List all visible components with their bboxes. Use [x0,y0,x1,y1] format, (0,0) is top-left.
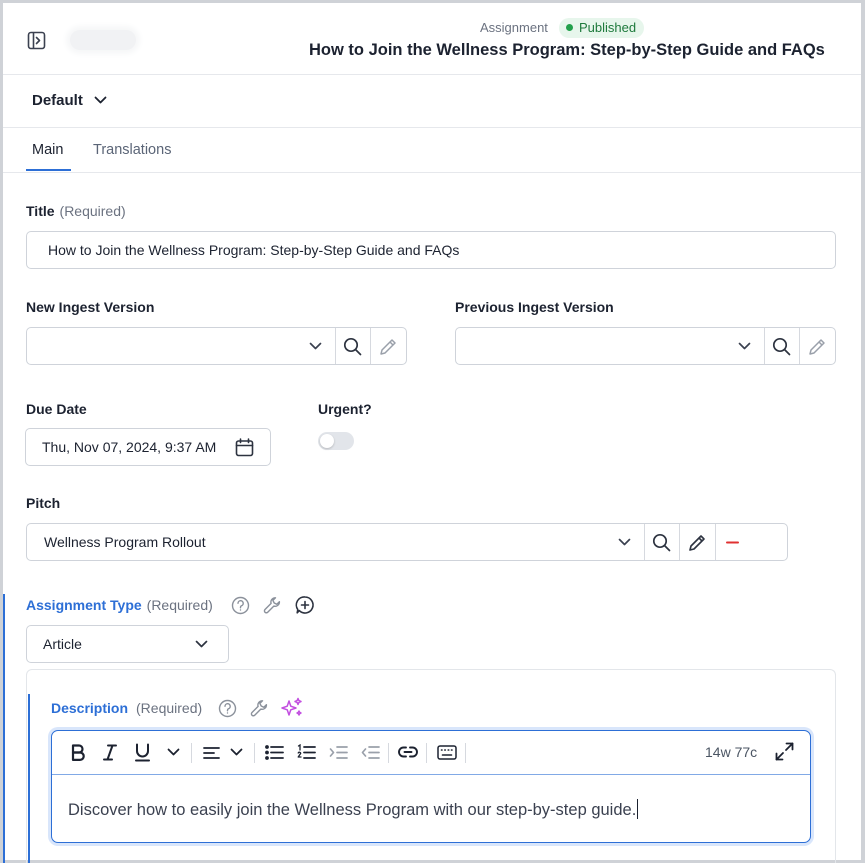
pitch-label: Pitch [26,495,61,511]
previous-ingest-select[interactable] [455,327,836,365]
sparkle-icon[interactable] [280,697,304,719]
title-input[interactable]: How to Join the Wellness Program: Step-b… [26,231,836,269]
pencil-icon[interactable] [378,337,398,357]
italic-icon[interactable] [102,744,118,761]
profile-label: Default [32,92,83,109]
chevron-down-icon[interactable] [230,748,243,757]
assignment-type-label: Assignment Type (Required) [26,597,213,613]
help-icon[interactable] [218,699,237,718]
add-comment-icon[interactable] [295,595,315,615]
assignment-type-select[interactable]: Article [26,625,229,663]
link-icon[interactable] [398,745,418,759]
segment-divider [715,524,716,560]
segment-divider [799,328,800,364]
chevron-down-icon [94,96,107,105]
chevron-down-icon[interactable] [167,748,180,757]
assignment-type-value: Article [43,636,82,652]
toolbar-divider [426,743,427,763]
chevron-down-icon[interactable] [309,342,322,351]
toolbar-divider [191,743,192,763]
toolbar-divider [388,743,389,763]
segment-divider [335,328,336,364]
status-dot [566,24,573,31]
description-required-hint: (Required) [136,700,203,716]
word-char-counter: 14w 77c [705,744,758,760]
profile-divider [3,127,861,128]
tabs-divider [3,172,861,173]
wrench-icon[interactable] [263,596,282,615]
tab-main[interactable]: Main [32,142,63,158]
underline-icon[interactable] [134,743,151,762]
chevron-down-icon[interactable] [738,342,751,351]
profile-dropdown[interactable]: Default [32,90,112,114]
description-label-text: Description [51,700,129,716]
pencil-icon[interactable] [687,533,707,553]
status-badge: Published [559,18,645,38]
outdent-icon[interactable] [361,745,380,760]
description-editor[interactable]: 14w 77c Discover how to easily join the … [51,730,811,843]
search-icon[interactable] [343,337,362,356]
urgent-toggle[interactable] [318,432,354,450]
title-field-label: Title (Required) [26,203,126,219]
chevron-down-icon[interactable] [618,538,631,547]
toggle-knob [320,434,334,448]
description-accent-bar [28,694,30,863]
expand-icon[interactable] [775,742,794,761]
chevron-down-icon [195,640,208,649]
text-caret [637,799,639,819]
sidebar-toggle-icon[interactable] [27,31,46,50]
numbered-list-icon[interactable] [297,744,316,761]
title-required-hint: (Required) [59,203,126,219]
previous-ingest-label: Previous Ingest Version [455,299,614,315]
search-icon[interactable] [772,337,791,356]
new-ingest-select[interactable] [26,327,407,365]
assignment-type-label-text: Assignment Type [26,597,142,613]
wrench-icon[interactable] [250,699,269,718]
segment-divider [679,524,680,560]
description-text[interactable]: Discover how to easily join the Wellness… [68,799,639,820]
title-input-value: How to Join the Wellness Program: Step-b… [48,242,460,258]
toolbar-divider [254,743,255,763]
user-name-blurred [70,30,136,50]
urgent-label: Urgent? [318,401,372,417]
toolbar-divider [465,743,466,763]
bullet-list-icon[interactable] [265,745,284,760]
keyboard-icon[interactable] [437,745,457,760]
segment-divider [370,328,371,364]
toolbar-separator [52,774,810,775]
search-icon[interactable] [652,533,671,552]
help-icon[interactable] [231,596,250,615]
new-ingest-label: New Ingest Version [26,299,155,315]
align-icon[interactable] [203,746,220,760]
title-label-text: Title [26,203,55,219]
tab-translations[interactable]: Translations [93,142,171,158]
segment-divider [764,328,765,364]
page-title: How to Join the Wellness Program: Step-b… [309,41,825,59]
active-tab-indicator [26,169,71,171]
assignment-type-required-hint: (Required) [146,597,213,613]
bold-icon[interactable] [70,744,86,761]
segment-divider [644,524,645,560]
pitch-select[interactable]: Wellness Program Rollout [26,523,788,561]
calendar-icon[interactable] [235,438,254,457]
indent-icon[interactable] [329,745,348,760]
pencil-icon[interactable] [807,337,827,357]
header-divider [3,74,861,75]
document-kind-label: Assignment [480,20,548,35]
description-label: Description (Required) [51,700,202,716]
due-date-label: Due Date [26,401,87,417]
minus-icon[interactable] [725,541,741,544]
section-accent-bar [3,594,5,863]
due-date-input[interactable]: Thu, Nov 07, 2024, 9:37 AM [25,428,271,466]
pitch-value: Wellness Program Rollout [44,534,206,550]
due-date-value: Thu, Nov 07, 2024, 9:37 AM [42,439,217,455]
status-badge-label: Published [579,20,637,35]
description-text-value: Discover how to easily join the Wellness… [68,801,637,819]
